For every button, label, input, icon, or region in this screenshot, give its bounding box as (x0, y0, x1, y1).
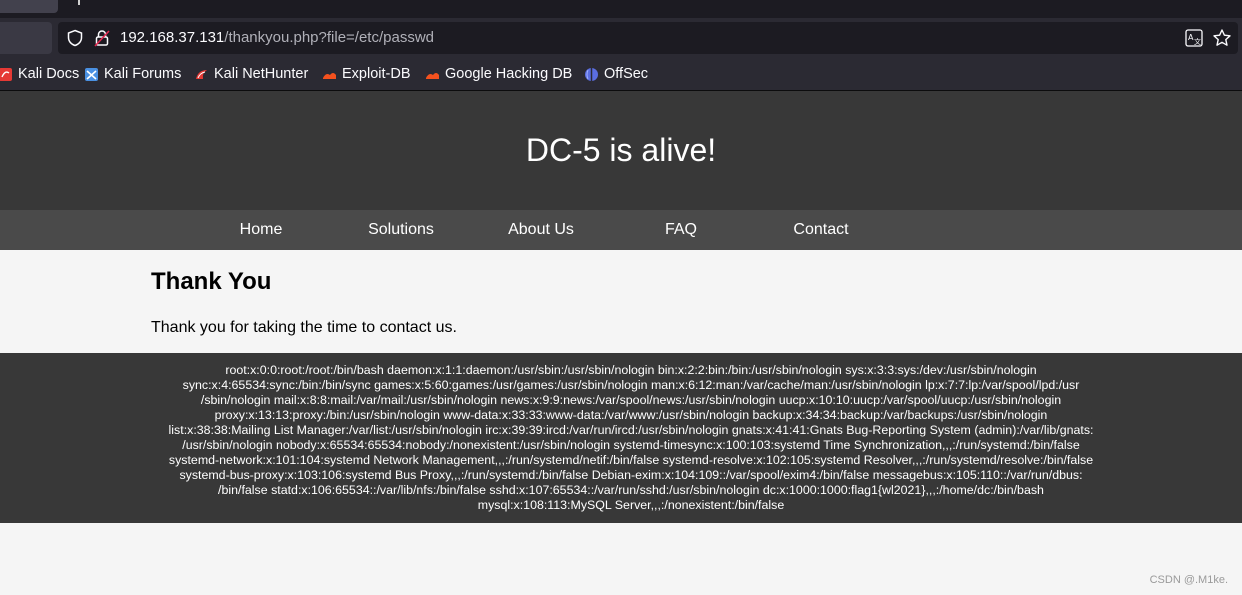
offsec-icon (585, 67, 598, 81)
passwd-line: systemd-network:x:101:104:systemd Networ… (168, 453, 1094, 467)
nav-contact[interactable]: Contact (751, 210, 891, 250)
passwd-line: sync:x:4:65534:sync:/bin:/bin/sync games… (182, 378, 1080, 392)
bookmark-star-icon[interactable] (1212, 28, 1232, 48)
toolbar-button[interactable] (0, 22, 52, 54)
url-path: /thankyou.php?file=/etc/passwd (224, 29, 435, 46)
exploit-db-icon (323, 72, 336, 79)
svg-text:文: 文 (1194, 37, 1201, 46)
passwd-line: mysql:x:108:113:MySQL Server,,,:/nonexis… (477, 498, 785, 512)
bookmark-offsec[interactable]: OffSec (584, 58, 648, 90)
bookmark-label: Kali NetHunter (214, 66, 309, 82)
kali-nethunter-icon (196, 69, 207, 79)
bookmarks-toolbar: Kali Docs Kali Forums Kali NetHunter Exp… (0, 58, 1242, 91)
kali-docs-icon (0, 67, 12, 81)
tab-edge (78, 0, 80, 5)
bookmark-label: Google Hacking DB (445, 66, 573, 82)
site-footer: root:x:0:0:root:/root:/bin/bash daemon:x… (0, 353, 1242, 523)
main-content: Thank You Thank you for taking the time … (0, 250, 1242, 353)
passwd-output: root:x:0:0:root:/root:/bin/bash daemon:x… (150, 363, 1112, 513)
kali-forums-icon (85, 67, 98, 81)
passwd-line: proxy:x:13:13:proxy:/bin:/usr/sbin/nolog… (214, 408, 1048, 422)
bookmark-label: Exploit-DB (342, 66, 411, 82)
ghdb-icon (426, 72, 439, 79)
site-navigation: Home Solutions About Us FAQ Contact (0, 210, 1242, 250)
bookmark-kali-docs[interactable]: Kali Docs (0, 58, 79, 90)
nav-about-us[interactable]: About Us (471, 210, 611, 250)
url-bar[interactable]: 192.168.37.131/thankyou.php?file=/etc/pa… (58, 22, 1238, 54)
passwd-line: root:x:0:0:root:/root:/bin/bash daemon:x… (225, 363, 1037, 377)
bookmark-kali-forums[interactable]: Kali Forums (84, 58, 181, 90)
bookmark-kali-nethunter[interactable]: Kali NetHunter (194, 58, 308, 90)
nav-faq[interactable]: FAQ (611, 210, 751, 250)
url-text[interactable]: 192.168.37.131/thankyou.php?file=/etc/pa… (120, 22, 434, 54)
bookmark-label: OffSec (604, 66, 649, 82)
watermark: CSDN @.M1ke. (1149, 574, 1228, 586)
bookmark-google-hacking-db[interactable]: Google Hacking DB (425, 58, 572, 90)
tracking-protection-icon[interactable] (66, 29, 84, 47)
site-header: DC-5 is alive! (0, 91, 1242, 210)
nav-home[interactable]: Home (191, 210, 331, 250)
passwd-line: list:x:38:38:Mailing List Manager:/var/l… (168, 423, 1094, 437)
url-host: 192.168.37.131 (120, 29, 225, 46)
passwd-line: /bin/false statd:x:106:65534::/var/lib/n… (218, 483, 1044, 497)
tab-strip (0, 0, 1242, 18)
passwd-line: systemd-bus-proxy:x:103:106:systemd Bus … (179, 468, 1083, 482)
page-heading: Thank You (151, 268, 272, 295)
passwd-line: /usr/sbin/nologin nobody:x:65534:65534:n… (182, 438, 1080, 452)
browser-tab[interactable] (0, 0, 58, 13)
bookmark-label: Kali Forums (104, 66, 182, 82)
bookmark-exploit-db[interactable]: Exploit-DB (322, 58, 411, 90)
passwd-line: /sbin/nologin mail:x:8:8:mail:/var/mail:… (200, 393, 1062, 407)
nav-solutions[interactable]: Solutions (331, 210, 471, 250)
bookmark-label: Kali Docs (18, 66, 80, 82)
thank-you-message: Thank you for taking the time to contact… (151, 319, 457, 336)
insecure-lock-icon[interactable] (94, 29, 110, 47)
browser-toolbar: 192.168.37.131/thankyou.php?file=/etc/pa… (0, 18, 1242, 58)
translate-icon[interactable]: A 文 (1185, 29, 1203, 47)
site-title: DC-5 is alive! (525, 132, 717, 168)
